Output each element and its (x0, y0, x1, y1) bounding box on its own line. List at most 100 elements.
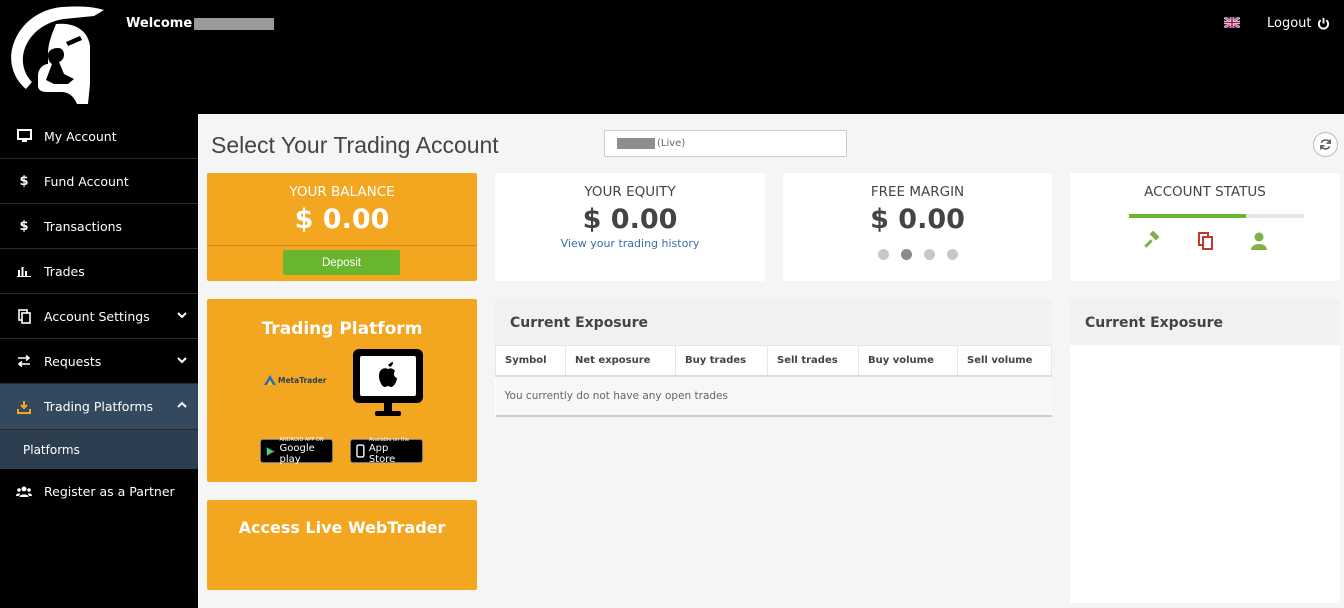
refresh-icon (1320, 139, 1331, 150)
webtrader-title: Access Live WebTrader (238, 518, 446, 537)
carousel-dot-4[interactable] (946, 249, 958, 260)
status-icons (1070, 231, 1340, 251)
sidebar-subitem-platforms[interactable]: Platforms (0, 430, 198, 469)
table-row: You currently do not have any open trade… (495, 375, 1052, 417)
sidebar-item-label: Requests (44, 353, 102, 369)
sidebar-item-requests[interactable]: Requests (0, 339, 198, 384)
header: Welcome Logout (0, 0, 1344, 114)
current-exposure-chart-panel: Current Exposure (1070, 299, 1340, 603)
table-header-row: Symbol Net exposure Buy trades Sell trad… (495, 345, 1052, 377)
exchange-icon (16, 353, 32, 369)
google-play-icon (266, 446, 275, 456)
equity-card: YOUR EQUITY $ 0.00 View your trading his… (495, 173, 765, 281)
column-header-net-exposure[interactable]: Net exposure (565, 345, 676, 377)
uk-flag-icon[interactable] (1224, 17, 1240, 28)
page-title: Select Your Trading Account (211, 132, 499, 158)
balance-label: YOUR BALANCE (289, 184, 395, 200)
trading-platform-title: Trading Platform (261, 319, 423, 339)
welcome-label: Welcome (126, 16, 193, 31)
status-progress-fill (1129, 214, 1247, 218)
users-icon (16, 484, 32, 500)
column-header-sell-volume[interactable]: Sell volume (957, 345, 1052, 377)
free-margin-label: FREE MARGIN (870, 184, 965, 200)
chevron-down-icon (177, 357, 187, 364)
monitor-icon (16, 128, 32, 144)
sidebar-item-trades[interactable]: Trades (0, 249, 198, 294)
metatrader-logo[interactable]: MetaTrader (262, 373, 326, 387)
phone-icon (356, 444, 365, 458)
status-progress-bar (1129, 214, 1304, 218)
app-store-button[interactable]: Available on the App Store (350, 437, 423, 465)
account-status-label: ACCOUNT STATUS (1144, 184, 1266, 200)
balance-amount: $ 0.00 (294, 204, 390, 235)
sidebar-item-fund-account[interactable]: $ Fund Account (0, 159, 198, 204)
account-select[interactable]: (Live) (604, 130, 847, 157)
user-icon[interactable] (1250, 231, 1268, 251)
google-play-text: ANDROID APP ON Google play (279, 436, 327, 465)
sidebar-item-account-settings[interactable]: Account Settings (0, 294, 198, 339)
google-play-small-label: ANDROID APP ON (279, 436, 324, 443)
logout-label: Logout (1267, 16, 1312, 31)
column-header-buy-trades[interactable]: Buy trades (675, 345, 768, 377)
empty-table-message: You currently do not have any open trade… (495, 375, 1052, 417)
webtrader-card[interactable]: Access Live WebTrader (207, 500, 477, 590)
app-store-text: Available on the App Store (368, 437, 417, 465)
deposit-button[interactable]: Deposit (283, 250, 400, 275)
sidebar-item-label: Trades (44, 263, 85, 279)
welcome-text: Welcome (126, 16, 275, 31)
trading-history-link[interactable]: View your trading history (495, 237, 765, 250)
carousel-dot-2[interactable] (900, 249, 912, 260)
sidebar-subitem-label: Platforms (23, 442, 80, 457)
logout-button[interactable]: Logout (1267, 16, 1330, 31)
column-header-buy-volume[interactable]: Buy volume (858, 345, 958, 377)
current-exposure-panel: Current Exposure Symbol Net exposure Buy… (495, 299, 1052, 417)
metatrader-icon (264, 375, 276, 385)
current-exposure-chart-title: Current Exposure (1070, 299, 1340, 345)
carousel-dot-3[interactable] (923, 249, 935, 260)
sidebar-item-label: Account Settings (44, 308, 150, 324)
exposure-table: Symbol Net exposure Buy trades Sell trad… (495, 345, 1052, 417)
sidebar-item-label: Transactions (44, 218, 123, 234)
sidebar-item-label: Register as a Partner (44, 484, 175, 499)
desktop-apple-icon[interactable] (351, 347, 425, 419)
redacted-username (194, 17, 275, 30)
spartan-helmet-logo[interactable] (4, 4, 110, 110)
main-content: Select Your Trading Account (Live) YOUR … (198, 114, 1344, 608)
sidebar: My Account $ Fund Account $ Transactions… (0, 114, 198, 608)
gavel-icon[interactable] (1142, 231, 1162, 251)
chevron-up-icon (177, 401, 187, 408)
sidebar-item-label: Fund Account (44, 173, 129, 189)
free-margin-amount: $ 0.00 (870, 204, 965, 235)
account-type-label: (Live) (657, 138, 686, 149)
account-status-card: ACCOUNT STATUS (1070, 173, 1340, 281)
equity-amount: $ 0.00 (582, 204, 678, 235)
dollar-icon: $ (19, 218, 29, 234)
dollar-icon: $ (19, 173, 29, 189)
download-icon (16, 399, 32, 415)
trading-platform-card: Trading Platform MetaTrader ANDROID APP (207, 299, 477, 482)
google-play-button[interactable]: ANDROID APP ON Google play (260, 436, 333, 465)
divider (207, 245, 477, 246)
bar-chart-icon (16, 263, 32, 279)
free-margin-card: FREE MARGIN $ 0.00 (783, 173, 1052, 281)
carousel-dot-1[interactable] (877, 249, 889, 260)
power-icon (1317, 17, 1329, 30)
balance-card: YOUR BALANCE $ 0.00 Deposit (207, 173, 477, 281)
documents-icon[interactable] (1197, 231, 1215, 251)
sidebar-item-my-account[interactable]: My Account (0, 114, 198, 159)
sidebar-item-label: Trading Platforms (44, 399, 154, 414)
sidebar-item-transactions[interactable]: $ Transactions (0, 204, 198, 249)
app-store-big-label: App Store (368, 442, 396, 465)
equity-label: YOUR EQUITY (584, 184, 676, 200)
column-header-sell-trades[interactable]: Sell trades (767, 345, 859, 377)
sidebar-item-trading-platforms[interactable]: Trading Platforms (0, 384, 198, 430)
current-exposure-title: Current Exposure (510, 315, 649, 331)
redacted-account-number (617, 138, 655, 149)
column-header-symbol[interactable]: Symbol (495, 345, 566, 377)
metatrader-label: MetaTrader (278, 375, 327, 385)
chevron-down-icon (177, 312, 187, 319)
refresh-button[interactable] (1313, 132, 1338, 157)
copy-icon (16, 308, 32, 324)
sidebar-item-register-partner[interactable]: Register as a Partner (0, 469, 198, 514)
carousel-dots (783, 249, 1052, 260)
